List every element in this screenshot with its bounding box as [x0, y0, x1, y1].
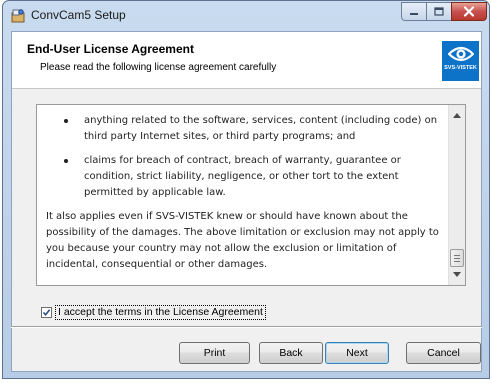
vertical-scrollbar[interactable] [448, 105, 465, 285]
license-bullet: claims for breach of contract, breach of… [37, 153, 443, 201]
next-button[interactable]: Next [325, 342, 389, 364]
button-divider [11, 326, 482, 328]
setup-app-icon [10, 8, 26, 24]
window-title: ConvCam5 Setup [31, 8, 126, 22]
page-title: End-User License Agreement [27, 42, 194, 56]
minimize-button[interactable] [401, 2, 427, 21]
maximize-icon [434, 7, 444, 16]
scroll-down-button[interactable] [449, 266, 465, 283]
bullet-dot [64, 119, 68, 123]
eye-logo-icon [447, 46, 474, 62]
license-bullet-text: claims for breach of contract, breach of… [84, 155, 401, 198]
back-button-label: Back [279, 347, 303, 359]
accept-checkbox[interactable] [41, 307, 52, 318]
scroll-down-arrow-icon [453, 272, 461, 277]
cancel-button[interactable]: Cancel [406, 342, 481, 364]
print-button-label: Print [203, 347, 226, 359]
scroll-up-button[interactable] [449, 107, 465, 124]
svs-vistek-logo: SVS-VISTEK [442, 41, 479, 81]
scroll-up-arrow-icon [453, 113, 461, 118]
accept-label[interactable]: I accept the terms in the License Agreem… [55, 305, 266, 320]
license-bullet: anything related to the software, servic… [37, 113, 443, 145]
checkmark-icon [42, 309, 51, 317]
license-content: anything related to the software, servic… [37, 105, 443, 285]
maximize-button[interactable] [426, 2, 452, 21]
page-subtitle: Please read the following license agreem… [40, 62, 277, 73]
minimize-icon [410, 12, 418, 15]
close-icon [463, 6, 475, 17]
setup-window: ConvCam5 Setup End-User License Agreemen… [2, 0, 490, 379]
print-button[interactable]: Print [179, 342, 250, 364]
accept-terms-control[interactable]: I accept the terms in the License Agreem… [41, 305, 266, 320]
scroll-thumb[interactable] [450, 249, 464, 267]
license-paragraph: It also applies even if SVS-VISTEK knew … [46, 211, 439, 270]
title-bar[interactable]: ConvCam5 Setup [3, 1, 489, 31]
grip-line [454, 261, 460, 262]
license-text-box[interactable]: anything related to the software, servic… [36, 104, 466, 286]
grip-line [454, 255, 460, 256]
cancel-button-label: Cancel [427, 347, 460, 359]
back-button[interactable]: Back [259, 342, 323, 364]
next-button-label: Next [346, 347, 368, 359]
close-button[interactable] [451, 2, 487, 21]
license-bullet-text: anything related to the software, servic… [84, 115, 438, 142]
header-banner: End-User License Agreement Please read t… [12, 32, 481, 89]
grip-line [454, 258, 460, 259]
logo-text: SVS-VISTEK [444, 65, 477, 71]
bullet-dot [64, 159, 68, 163]
